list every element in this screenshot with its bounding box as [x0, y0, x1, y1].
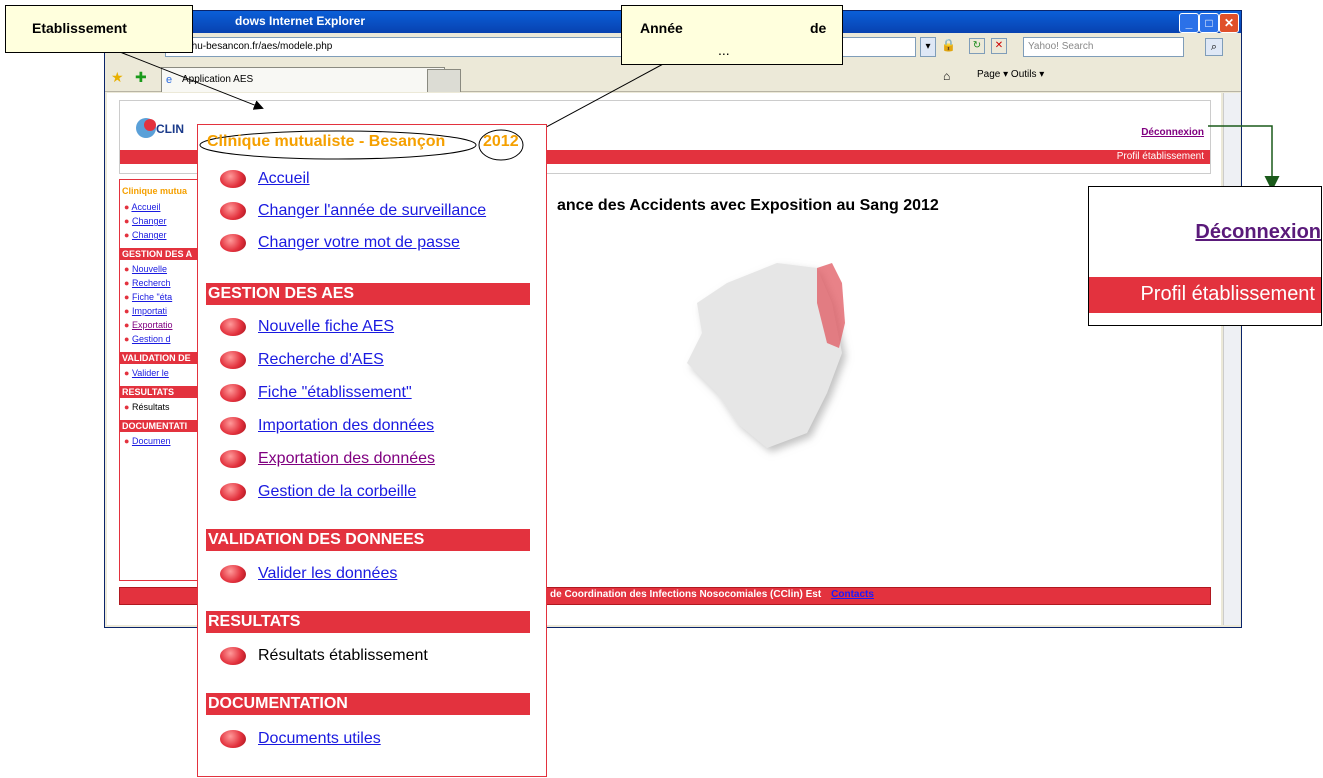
- menu-item-valider[interactable]: Valider les données: [220, 562, 397, 586]
- section-resultats: RESULTATS: [206, 611, 530, 633]
- bullet-icon: [220, 565, 246, 583]
- bullet-icon: [220, 450, 246, 468]
- menu-item-changer-mot-de-passe[interactable]: Changer votre mot de passe: [220, 231, 460, 255]
- menu-item-changer-annee[interactable]: Changer l'année de surveillance: [220, 199, 486, 223]
- zoomed-profil-label: Profil établissement: [1140, 283, 1315, 305]
- zoomed-header-detail: Déconnexion Profil établissement: [1088, 186, 1322, 326]
- surveillance-year: 2012: [483, 133, 519, 150]
- bullet-icon: [220, 384, 246, 402]
- section-gestion: GESTION DES AES: [206, 283, 530, 305]
- menu-item-exportation[interactable]: Exportation des données: [220, 447, 435, 471]
- zoomed-menu: Clinique mutualiste - Besançon 2012 Accu…: [197, 124, 547, 777]
- menu-item-documents[interactable]: Documents utiles: [220, 727, 381, 751]
- section-validation: VALIDATION DES DONNEES: [206, 529, 530, 551]
- menu-item-importation[interactable]: Importation des données: [220, 414, 434, 438]
- menu-item-recherche[interactable]: Recherche d'AES: [220, 348, 384, 372]
- menu-item-nouvelle-fiche[interactable]: Nouvelle fiche AES: [220, 315, 394, 339]
- menu-item-accueil[interactable]: Accueil: [220, 167, 310, 191]
- section-documentation: DOCUMENTATION: [206, 693, 530, 715]
- menu-item-resultats: Résultats établissement: [220, 644, 428, 668]
- bullet-icon: [220, 202, 246, 220]
- callout-etablissement: Etablissement: [5, 5, 193, 53]
- bullet-icon: [220, 170, 246, 188]
- zoomed-profil-bar: Profil établissement: [1089, 277, 1321, 313]
- bullet-icon: [220, 647, 246, 665]
- bullet-icon: [220, 417, 246, 435]
- bullet-icon: [220, 234, 246, 252]
- bullet-icon: [220, 483, 246, 501]
- bullet-icon: [220, 318, 246, 336]
- bullet-icon: [220, 351, 246, 369]
- etablissement-name: Clinique mutualiste - Besançon: [207, 133, 446, 150]
- bullet-icon: [220, 730, 246, 748]
- menu-item-fiche-etablissement[interactable]: Fiche "établissement": [220, 381, 412, 405]
- zoomed-deconnexion-link[interactable]: Déconnexion: [1195, 221, 1321, 244]
- menu-item-corbeille[interactable]: Gestion de la corbeille: [220, 480, 416, 504]
- callout-annee: Année de ...: [621, 5, 843, 65]
